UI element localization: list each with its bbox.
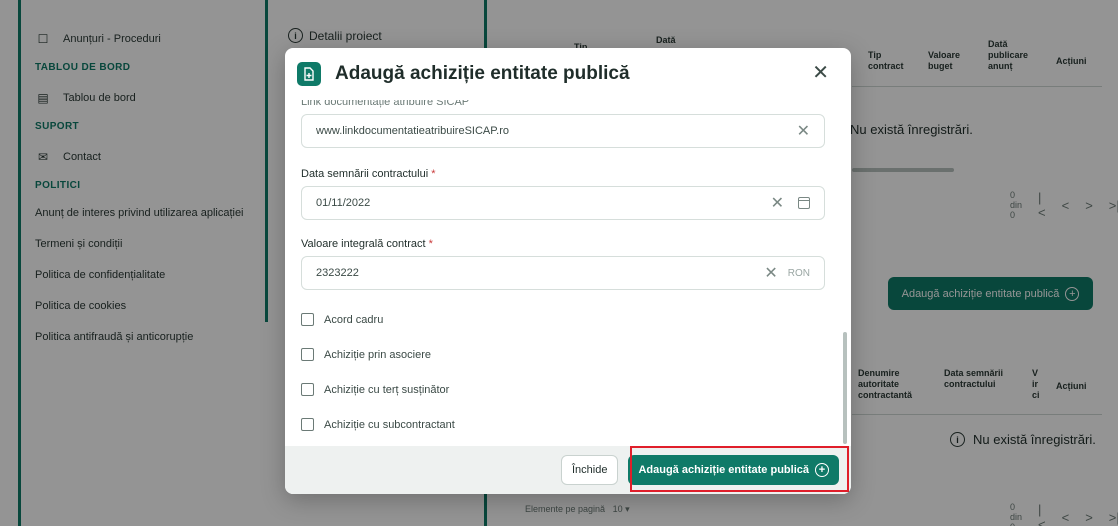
clear-icon[interactable]: ✕ bbox=[771, 193, 784, 213]
date-label-text: Data semnării contractului bbox=[301, 168, 429, 180]
clear-icon[interactable]: ✕ bbox=[764, 263, 777, 283]
add-achizitie-modal: Adaugă achiziție entitate publică ✕ Link… bbox=[285, 48, 851, 494]
date-field-label: Data semnării contractului * bbox=[301, 168, 436, 180]
value-field-label: Valoare integrală contract * bbox=[301, 238, 433, 250]
link-field-label: Link documentație atribuire SICAP bbox=[301, 100, 470, 108]
currency-unit: RON bbox=[787, 267, 810, 279]
checkbox-subcontractant[interactable]: Achiziție cu subcontractant bbox=[301, 418, 455, 431]
checkbox[interactable] bbox=[301, 348, 314, 361]
modal-scrollbar[interactable] bbox=[843, 332, 847, 444]
contract-value: 2323222 bbox=[316, 267, 359, 279]
value-label-text: Valoare integrală contract bbox=[301, 238, 426, 250]
checkbox[interactable] bbox=[301, 313, 314, 326]
close-button[interactable]: Închide bbox=[560, 455, 619, 485]
link-value: www.linkdocumentatieatribuireSICAP.ro bbox=[316, 125, 509, 137]
checkbox-tert-sustinator[interactable]: Achiziție cu terț susținător bbox=[301, 383, 449, 396]
add-document-icon bbox=[297, 62, 321, 86]
highlight-box bbox=[630, 446, 849, 492]
checkbox-label: Acord cadru bbox=[324, 313, 384, 326]
checkbox-asociere[interactable]: Achiziție prin asociere bbox=[301, 348, 431, 361]
calendar-icon[interactable] bbox=[798, 197, 810, 209]
link-documentatie-field[interactable]: www.linkdocumentatieatribuireSICAP.ro ✕ bbox=[301, 114, 825, 148]
clear-icon[interactable]: ✕ bbox=[797, 121, 810, 141]
modal-body: Link documentație atribuire SICAP www.li… bbox=[285, 100, 851, 446]
modal-header: Adaugă achiziție entitate publică ✕ bbox=[285, 48, 851, 100]
modal-title: Adaugă achiziție entitate publică bbox=[335, 63, 630, 84]
contract-value-field[interactable]: 2323222 ✕ RON bbox=[301, 256, 825, 290]
date-field[interactable]: 01/11/2022 ✕ bbox=[301, 186, 825, 220]
checkbox-label: Achiziție prin asociere bbox=[324, 348, 431, 361]
checkbox-label: Achiziție cu subcontractant bbox=[324, 418, 455, 431]
checkbox[interactable] bbox=[301, 418, 314, 431]
checkbox[interactable] bbox=[301, 383, 314, 396]
checkbox-label: Achiziție cu terț susținător bbox=[324, 383, 450, 396]
date-value: 01/11/2022 bbox=[316, 197, 371, 209]
close-icon[interactable]: ✕ bbox=[812, 63, 829, 83]
checkbox-acord-cadru[interactable]: Acord cadru bbox=[301, 313, 383, 326]
